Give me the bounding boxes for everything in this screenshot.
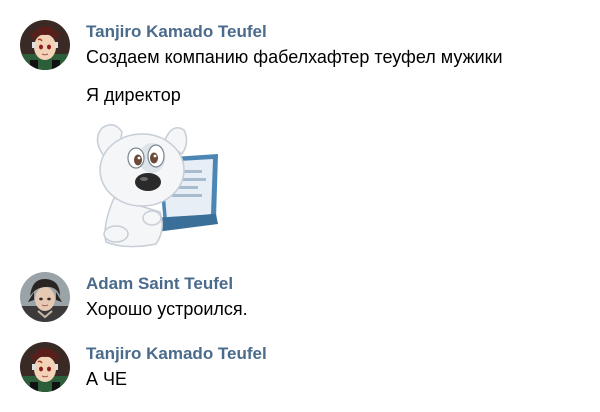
message-body: Tanjiro Kamado Teufel Создаем компанию ф… [86, 18, 590, 248]
message: Adam Saint Teufel Хорошо устроился. [0, 270, 600, 330]
dog-with-laptop-sticker[interactable] [92, 118, 228, 250]
message-text: А ЧЕ [86, 369, 128, 389]
tanjiro-avatar[interactable] [20, 342, 70, 392]
author-name[interactable]: Adam Saint Teufel [86, 274, 590, 294]
message-text: Создаем компанию фабелхафтер теуфел мужи… [86, 47, 503, 67]
tanjiro-avatar[interactable] [20, 20, 70, 70]
message: Tanjiro Kamado Teufel Создаем компанию ф… [0, 18, 600, 258]
tanjiro-avatar-image [20, 20, 70, 70]
message-body: Tanjiro Kamado Teufel А ЧЕ [86, 340, 590, 390]
author-name[interactable]: Tanjiro Kamado Teufel [86, 22, 590, 42]
chat-history: Tanjiro Kamado Teufel Создаем компанию ф… [0, 0, 600, 412]
message-text: Хорошо устроился. [86, 299, 248, 319]
message: Tanjiro Kamado Teufel А ЧЕ [0, 340, 600, 400]
message-text: Я директор [86, 85, 181, 105]
author-name[interactable]: Tanjiro Kamado Teufel [86, 344, 590, 364]
message-body: Adam Saint Teufel Хорошо устроился. [86, 270, 590, 320]
adam-avatar-image [20, 272, 70, 322]
tanjiro-avatar-image [20, 342, 70, 392]
dog-with-laptop-icon [96, 124, 218, 248]
adam-avatar[interactable] [20, 272, 70, 322]
